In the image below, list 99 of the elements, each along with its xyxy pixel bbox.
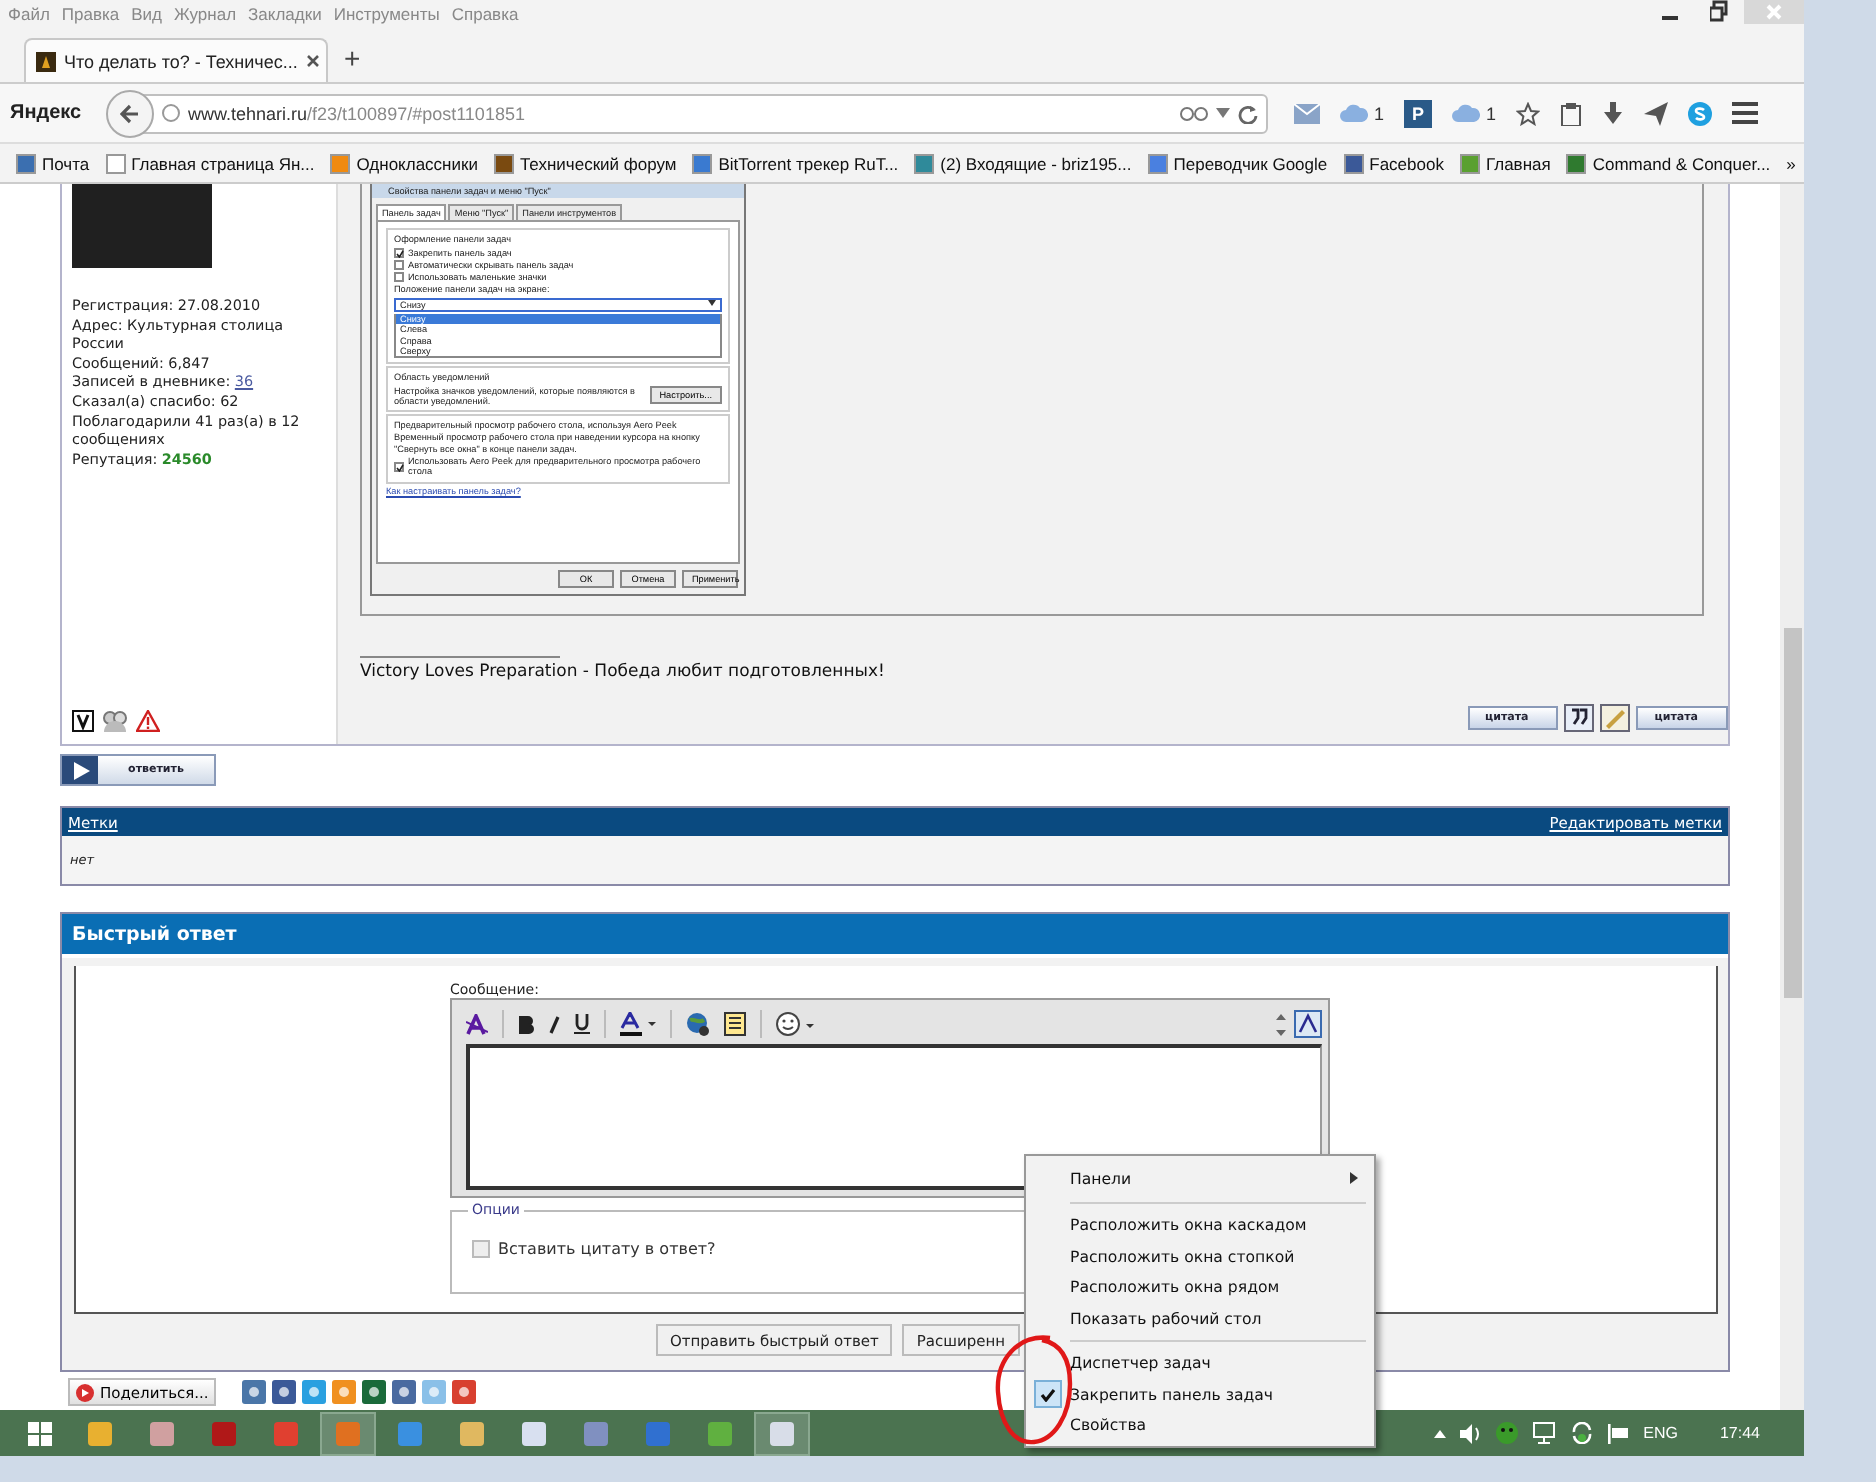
address-field[interactable]: www.tehnari.ru/f23/t100897/#post1101851 bbox=[108, 93, 1268, 133]
url-text: www.tehnari.ru/f23/t100897/#post1101851 bbox=[188, 103, 527, 123]
download-icon[interactable] bbox=[1602, 101, 1625, 125]
pocket-button[interactable]: P bbox=[1404, 99, 1433, 127]
scrollbar[interactable] bbox=[1780, 184, 1804, 1410]
close-icon bbox=[1766, 4, 1782, 20]
dialog-checkbox[interactable] bbox=[394, 247, 404, 258]
smiley-icon[interactable] bbox=[776, 1012, 814, 1037]
app-icon bbox=[336, 1421, 360, 1445]
scrollbar-thumb[interactable] bbox=[1783, 628, 1801, 998]
app-icon bbox=[770, 1421, 794, 1445]
dialog-checkbox[interactable] bbox=[394, 461, 404, 472]
app-icon bbox=[398, 1421, 422, 1445]
avatar-photo-placeholder bbox=[72, 184, 212, 268]
quote-checkbox[interactable] bbox=[472, 1240, 490, 1259]
language-indicator[interactable]: ENG bbox=[1643, 1424, 1678, 1442]
globe-icon bbox=[162, 104, 180, 122]
insert-link-icon[interactable] bbox=[686, 1012, 710, 1037]
network-icon[interactable] bbox=[1531, 1422, 1556, 1444]
bookmark-item[interactable]: (2) Входящие - briz195... bbox=[914, 153, 1132, 173]
mail-icon[interactable] bbox=[1294, 103, 1320, 123]
clock-time[interactable]: 17:44 bbox=[1719, 1424, 1760, 1442]
restore-icon[interactable] bbox=[1710, 0, 1728, 24]
edit-icon[interactable] bbox=[1600, 704, 1631, 733]
yandex-logo[interactable]: Яндекс bbox=[10, 102, 98, 124]
skype-icon[interactable] bbox=[1688, 101, 1713, 125]
app-icon bbox=[646, 1421, 670, 1445]
bookmark-item[interactable]: BitTorrent трекер RuT... bbox=[692, 153, 899, 173]
clipboard-icon[interactable] bbox=[1560, 101, 1583, 125]
favicon-icon bbox=[36, 51, 56, 71]
cloud-count: 1 bbox=[1486, 103, 1497, 123]
tab-title: Что делать то? - Техничес... bbox=[64, 51, 298, 71]
livejournal-icon[interactable] bbox=[392, 1380, 417, 1405]
app-icon bbox=[584, 1421, 608, 1445]
check-icon bbox=[1040, 1387, 1056, 1402]
close-icon[interactable] bbox=[305, 54, 320, 68]
warning-icon[interactable] bbox=[136, 710, 160, 733]
app-icon bbox=[212, 1421, 236, 1445]
clear-format-icon[interactable] bbox=[466, 1013, 488, 1036]
smiley-icon[interactable] bbox=[1495, 1422, 1518, 1444]
caret-up-icon[interactable] bbox=[1433, 1429, 1446, 1437]
bookmark-item[interactable]: Главная bbox=[1459, 153, 1551, 173]
resize-arrows-icon[interactable] bbox=[1276, 1013, 1286, 1036]
sync-icon[interactable] bbox=[1569, 1422, 1594, 1444]
google-plus-icon[interactable] bbox=[452, 1380, 477, 1405]
back-arrow-icon bbox=[120, 103, 140, 123]
taskbar-app-button[interactable] bbox=[754, 1411, 810, 1455]
dropdown-icon[interactable] bbox=[1216, 108, 1230, 118]
dialog-checkbox[interactable] bbox=[394, 260, 404, 271]
insert-image-icon[interactable] bbox=[724, 1012, 746, 1037]
windows-start-icon[interactable] bbox=[28, 1421, 52, 1445]
quick-reply-header: Быстрый ответ bbox=[62, 914, 1728, 959]
bookmark-item[interactable]: Одноклассники bbox=[330, 153, 478, 173]
message-input-field[interactable] bbox=[466, 1044, 1322, 1191]
v-badge-icon[interactable] bbox=[72, 710, 94, 733]
quote-checkbox-label: Вставить цитату в ответ? bbox=[498, 1240, 716, 1259]
star-icon[interactable] bbox=[1516, 101, 1541, 125]
more-bookmarks-button[interactable]: » bbox=[1786, 153, 1796, 173]
bookmark-item[interactable]: Facebook bbox=[1343, 153, 1444, 173]
signature-text: Victory Loves Preparation - Победа любит подготовленных! bbox=[360, 662, 887, 682]
cloud-count: 1 bbox=[1374, 103, 1385, 123]
dropdown-icon bbox=[708, 299, 716, 306]
facebook-icon[interactable] bbox=[272, 1380, 297, 1405]
underline-icon[interactable] bbox=[574, 1014, 590, 1035]
app-icon bbox=[708, 1421, 732, 1445]
quote-icon[interactable] bbox=[1564, 704, 1595, 733]
app-icon bbox=[522, 1421, 546, 1445]
bookmark-item[interactable]: Переводчик Google bbox=[1147, 153, 1328, 173]
app-icon bbox=[274, 1421, 298, 1445]
font-color-icon[interactable] bbox=[620, 1012, 656, 1037]
play-arrow-icon bbox=[71, 761, 89, 780]
volume-icon[interactable] bbox=[1459, 1423, 1482, 1443]
send-icon[interactable] bbox=[1644, 101, 1669, 125]
mail-ru-icon[interactable] bbox=[362, 1380, 387, 1405]
users-icon[interactable] bbox=[102, 710, 128, 733]
bookmark-item[interactable]: Технический форум bbox=[493, 153, 677, 173]
vk-icon[interactable] bbox=[242, 1380, 267, 1405]
check-icon bbox=[396, 249, 404, 258]
switch-mode-icon[interactable] bbox=[1294, 1010, 1322, 1039]
submenu-arrow-icon bbox=[1350, 1172, 1358, 1184]
app-icon bbox=[88, 1421, 112, 1445]
bookmark-item[interactable]: Command & Conquer... bbox=[1566, 153, 1771, 173]
bookmark-item[interactable]: Главная страница Ян... bbox=[105, 153, 315, 173]
reload-icon[interactable] bbox=[1238, 103, 1258, 123]
flag-icon[interactable] bbox=[1607, 1423, 1630, 1443]
bold-icon[interactable] bbox=[518, 1015, 534, 1034]
twitter-icon[interactable] bbox=[302, 1380, 327, 1405]
app-icon bbox=[150, 1421, 174, 1445]
new-tab-button[interactable]: + bbox=[344, 42, 361, 74]
back-button[interactable] bbox=[106, 89, 154, 137]
menu-icon[interactable] bbox=[1732, 102, 1759, 124]
italic-icon[interactable] bbox=[548, 1015, 560, 1034]
bookmark-item[interactable]: Почта bbox=[16, 153, 90, 173]
app-icon bbox=[460, 1421, 484, 1445]
dialog-checkbox[interactable] bbox=[394, 272, 404, 283]
check-icon bbox=[396, 463, 404, 472]
browser-tab[interactable]: Что делать то? - Техничес... bbox=[24, 38, 328, 82]
reader-icon[interactable] bbox=[1180, 105, 1208, 121]
share-icon bbox=[76, 1383, 94, 1402]
